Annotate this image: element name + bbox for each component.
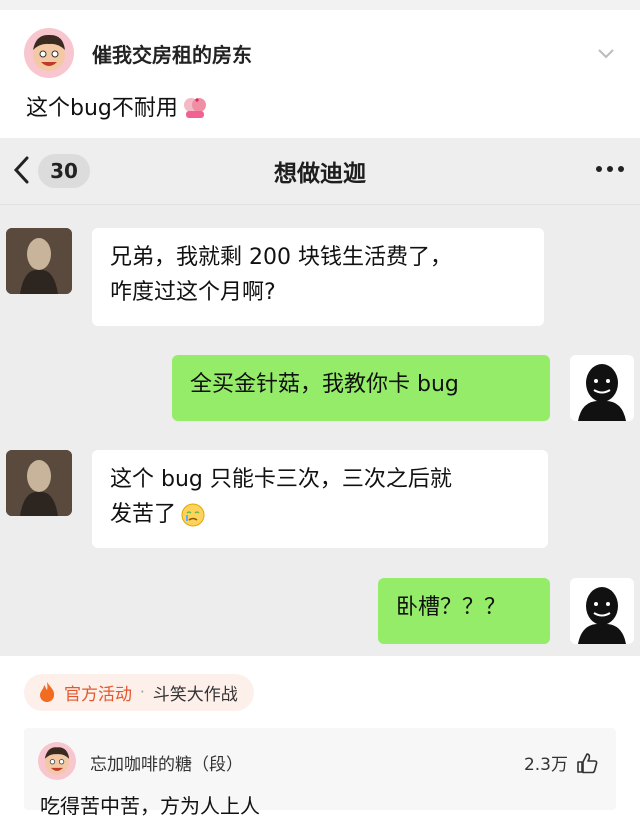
post-text-content: 这个bug不耐用 — [26, 96, 178, 121]
top-comment: 忘加咖啡的糖（段） 2.3万 吃得苦中苦，方为人上人 — [24, 728, 616, 818]
message-bubble: 卧槽？？？ — [378, 578, 550, 644]
thumbs-up-icon — [577, 752, 598, 773]
author-name[interactable]: 催我交房租的房东 — [92, 39, 596, 68]
chevron-down-icon[interactable] — [596, 43, 616, 63]
message-line: 全买金针菇，我教你卡 bug — [190, 372, 459, 397]
my-avatar[interactable] — [570, 355, 634, 421]
friend-avatar[interactable] — [6, 450, 72, 516]
author-avatar[interactable] — [24, 28, 74, 78]
separator-dot: · — [140, 683, 145, 701]
activity-row: 官方活动 · 斗笑大作战 — [24, 672, 616, 712]
activity-tag[interactable]: 官方活动 · 斗笑大作战 — [24, 673, 254, 711]
message-line-with-emoji: 发苦了 — [110, 497, 530, 532]
commenter-name[interactable]: 忘加咖啡的糖（段） — [90, 750, 243, 775]
commenter-avatar[interactable] — [38, 742, 76, 780]
like-button[interactable]: 2.3万 — [524, 750, 598, 775]
more-icon[interactable] — [596, 166, 624, 172]
chat-title: 想做迪迦 — [274, 161, 366, 187]
my-avatar[interactable] — [570, 578, 634, 644]
chat-screenshot: 30 想做迪迦 兄弟，我就剩 200 块钱生活费了， 咋度过这个月啊? 全买金针… — [0, 138, 640, 656]
message-bubble: 全买金针菇，我教你卡 bug — [172, 355, 550, 421]
couple-emoji-icon — [183, 98, 206, 118]
friend-avatar[interactable] — [6, 228, 72, 294]
post-header: 催我交房租的房东 — [24, 26, 616, 80]
flame-icon — [40, 682, 55, 702]
activity-label: 官方活动 — [64, 684, 132, 705]
post-text: 这个bug不耐用 — [26, 90, 208, 122]
like-count: 2.3万 — [523, 755, 568, 775]
comment-text: 吃得苦中苦，方为人上人 — [40, 794, 260, 818]
message-line: 兄弟，我就剩 200 块钱生活费了， — [110, 245, 452, 270]
crying-emoji-icon — [181, 503, 205, 526]
message-line: 咋度过这个月啊? — [110, 280, 276, 305]
activity-topic: 斗笑大作战 — [152, 684, 238, 705]
message-bubble: 兄弟，我就剩 200 块钱生活费了， 咋度过这个月啊? — [92, 228, 544, 326]
top-strip — [0, 0, 640, 10]
message-bubble: 这个 bug 只能卡三次，三次之后就 发苦了 — [92, 450, 548, 548]
message-line: 卧槽？？？ — [396, 595, 507, 620]
message-line: 这个 bug 只能卡三次，三次之后就 — [110, 467, 452, 492]
message-line: 发苦了 — [110, 502, 177, 527]
chat-nav-bar: 30 想做迪迦 — [0, 138, 640, 205]
